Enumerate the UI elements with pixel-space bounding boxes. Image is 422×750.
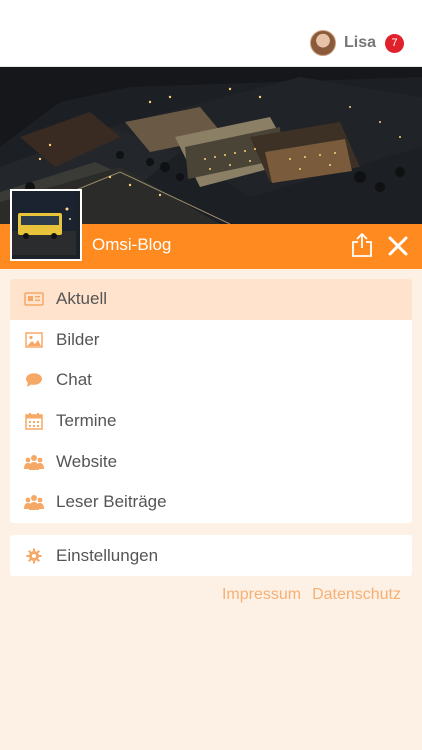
gear-icon [24, 547, 44, 565]
navigation-menu: Aktuell Bilder Chat Termine Website Lese… [10, 279, 412, 523]
menu-item-chat[interactable]: Chat [10, 360, 412, 401]
avatar[interactable] [309, 30, 336, 56]
close-icon[interactable] [386, 234, 410, 258]
menu-item-label: Einstellungen [56, 545, 159, 565]
share-icon[interactable] [350, 232, 374, 258]
menu-item-label: Leser Beiträge [56, 492, 167, 512]
menu-item-label: Termine [56, 411, 117, 431]
user-menu[interactable]: Lisa 7 [309, 29, 404, 57]
chat-bubble-icon [24, 371, 44, 389]
blog-title: Omsi-Blog [92, 235, 172, 254]
calendar-icon [24, 412, 44, 430]
menu-item-label: Aktuell [56, 289, 108, 309]
users-icon [24, 493, 44, 511]
blog-thumbnail [10, 189, 82, 261]
datenschutz-link[interactable]: Datenschutz [312, 586, 401, 604]
menu-item-label: Bilder [56, 329, 100, 349]
menu-item-label: Chat [56, 370, 92, 390]
top-bar: Lisa 7 [0, 0, 422, 67]
users-icon [24, 453, 44, 471]
impressum-link[interactable]: Impressum [222, 586, 301, 604]
user-name[interactable]: Lisa [344, 34, 376, 52]
notification-badge[interactable]: 7 [385, 33, 404, 53]
menu-item-termine[interactable]: Termine [10, 401, 412, 442]
menu-item-bilder[interactable]: Bilder [10, 320, 412, 361]
menu-item-aktuell[interactable]: Aktuell [10, 279, 412, 320]
newspaper-icon [24, 290, 44, 308]
menu-item-leser-beitraege[interactable]: Leser Beiträge [10, 482, 412, 523]
footer-links: Impressum Datenschutz [222, 586, 401, 604]
image-icon [24, 331, 44, 349]
menu-item-label: Website [56, 451, 118, 471]
menu-item-einstellungen[interactable]: Einstellungen [10, 535, 412, 576]
menu-item-website[interactable]: Website [10, 441, 412, 482]
